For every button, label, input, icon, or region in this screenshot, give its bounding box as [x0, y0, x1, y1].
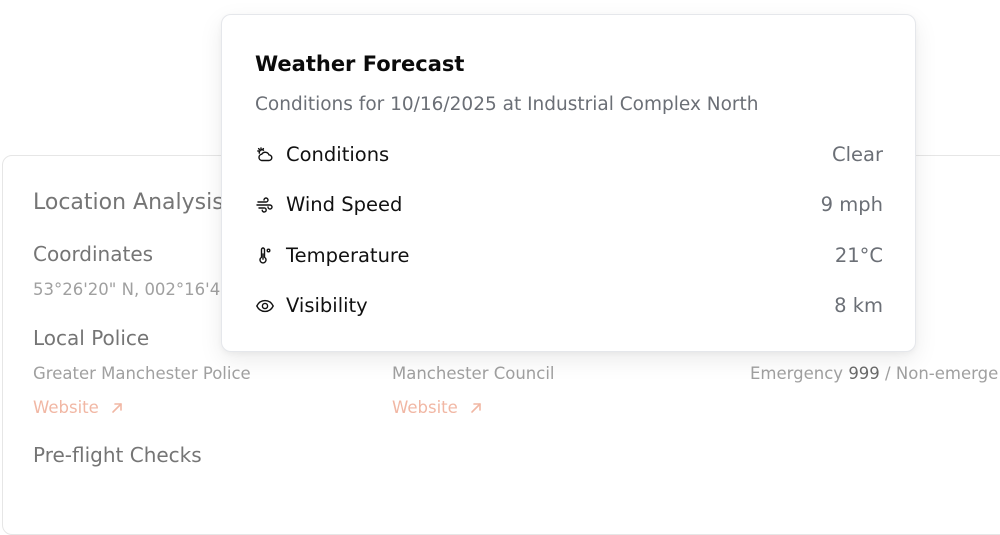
thermometer-icon — [255, 246, 275, 266]
conditions-label: Conditions — [286, 143, 390, 166]
weather-row-temperature: Temperature 21°C — [255, 242, 883, 270]
external-link-icon — [111, 403, 122, 413]
wind-speed-label: Wind Speed — [286, 193, 403, 216]
non-emergency-label: Non-emerge — [895, 364, 999, 383]
visibility-value: 8 km — [834, 294, 883, 317]
conditions-value: Clear — [832, 143, 883, 166]
local-police-heading: Local Police — [33, 326, 150, 350]
police-website-label: Website — [33, 398, 99, 417]
eye-icon — [255, 296, 275, 316]
emergency-separator: / — [879, 364, 896, 383]
emergency-prefix: Emergency — [750, 364, 844, 383]
weather-forecast-subtitle: Conditions for 10/16/2025 at Industrial … — [255, 94, 759, 115]
temperature-value: 21°C — [834, 244, 883, 267]
wind-speed-value: 9 mph — [820, 193, 883, 216]
emergency-number: 999 — [848, 364, 880, 383]
weather-forecast-popover: Weather Forecast Conditions for 10/16/20… — [221, 14, 916, 352]
police-name: Greater Manchester Police — [33, 364, 251, 383]
council-website-link[interactable]: Website — [392, 397, 484, 419]
weather-row-wind-speed: Wind Speed 9 mph — [255, 191, 883, 219]
emergency-numbers: Emergency 999 / Non-emerge — [750, 363, 998, 385]
preflight-heading: Pre-flight Checks — [33, 443, 202, 467]
temperature-label: Temperature — [286, 244, 410, 267]
weather-forecast-title: Weather Forecast — [255, 52, 465, 76]
external-link-icon — [470, 403, 481, 413]
location-analysis-title: Location Analysis — [33, 190, 224, 215]
council-website-label: Website — [392, 398, 458, 417]
wind-icon — [255, 195, 275, 215]
weather-row-visibility: Visibility 8 km — [255, 292, 883, 320]
weather-row-conditions: Conditions Clear — [255, 141, 883, 169]
coordinates-heading: Coordinates — [33, 242, 154, 266]
council-name: Manchester Council — [392, 364, 555, 383]
visibility-label: Visibility — [286, 294, 368, 317]
police-website-link[interactable]: Website — [33, 397, 125, 419]
cloud-sun-icon — [255, 145, 275, 165]
